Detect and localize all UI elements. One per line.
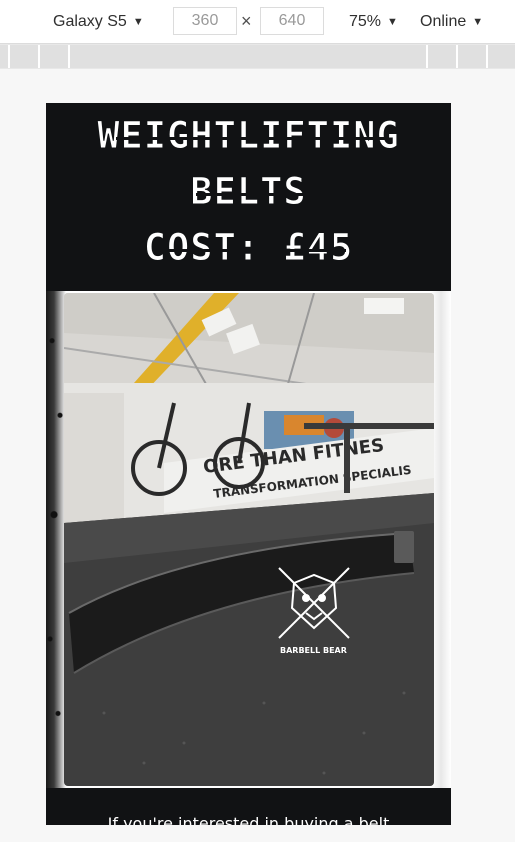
device-label: Galaxy S5: [53, 13, 127, 30]
grunge-edge: [431, 291, 451, 788]
gym-photo-illustration: ORE THAN FITNES TRANSFORMATION SPECIALIS: [64, 293, 434, 786]
width-input[interactable]: 360: [173, 7, 237, 35]
zoom-select[interactable]: 75% ▼: [349, 10, 398, 34]
weightlifting-belt-photo: ORE THAN FITNES TRANSFORMATION SPECIALIS: [64, 293, 434, 786]
media-query-ruler[interactable]: [0, 44, 515, 69]
page-title: WEIGHTLIFTING BELTS COST: £45: [46, 103, 451, 291]
network-label: Online: [420, 13, 467, 30]
product-image-frame: ORE THAN FITNES TRANSFORMATION SPECIALIS: [46, 291, 451, 788]
interest-text: If you're interested in buying a belt: [46, 788, 451, 825]
ruler-segment[interactable]: [40, 45, 70, 68]
ruler-segment[interactable]: [0, 45, 10, 68]
ruler-segment[interactable]: [428, 45, 458, 68]
grunge-edge: [46, 291, 66, 788]
dimension-separator: ×: [241, 11, 252, 31]
device-toolbar: Galaxy S5 ▼ 360 × 640 75% ▼ Online ▼: [0, 0, 515, 44]
stencil-gap: [116, 137, 386, 140]
device-select[interactable]: Galaxy S5 ▼: [53, 10, 144, 34]
ruler-segment[interactable]: [70, 45, 428, 68]
stencil-gap: [156, 249, 346, 252]
ruler-segment[interactable]: [458, 45, 488, 68]
caret-down-icon: ▼: [387, 16, 398, 28]
title-line-1: WEIGHTLIFTING: [97, 114, 400, 158]
network-throttle-select[interactable]: Online ▼: [420, 10, 483, 34]
zoom-label: 75%: [349, 13, 382, 30]
title-line-2: BELTS: [190, 170, 307, 214]
ruler-segment[interactable]: [10, 45, 40, 68]
logo-text: BARBELL BEAR: [280, 646, 347, 655]
caret-down-icon: ▼: [132, 16, 144, 28]
height-input[interactable]: 640: [260, 7, 324, 35]
emulated-page[interactable]: WEIGHTLIFTING BELTS COST: £45 ORE THAN F…: [46, 103, 451, 825]
ruler-segment[interactable]: [488, 45, 515, 68]
caret-down-icon: ▼: [472, 16, 484, 28]
stencil-gap: [196, 193, 306, 196]
title-line-3: COST: £45: [143, 226, 354, 270]
